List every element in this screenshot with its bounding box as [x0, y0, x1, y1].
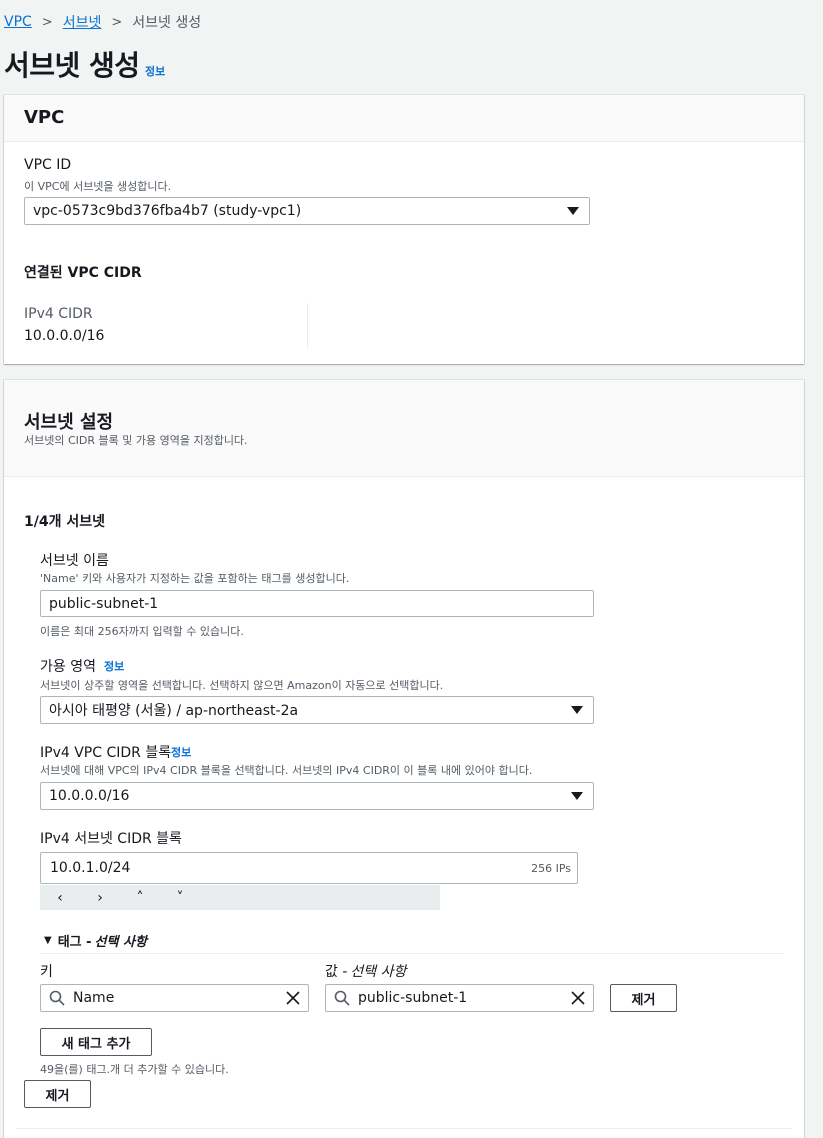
vpc-panel: VPC VPC ID 이 VPC에 서브넷을 생성합니다. vpc-0573c9… — [4, 95, 804, 364]
tag-value-input[interactable]: public-subnet-1 — [325, 984, 594, 1012]
caret-down-icon — [571, 792, 583, 800]
divider — [307, 303, 308, 348]
chevron-left-icon[interactable]: ‹ — [40, 890, 80, 906]
vpc-panel-heading: VPC — [24, 107, 65, 128]
subnet-settings-panel: 서브넷 설정 서브넷의 CIDR 블록 및 가용 영역을 지정합니다. 1/4개… — [4, 380, 804, 1138]
subnet-panel-header: 서브넷 설정 서브넷의 CIDR 블록 및 가용 영역을 지정합니다. — [4, 380, 804, 477]
vpc-id-label: VPC ID — [24, 157, 72, 173]
ip-count: 256 IPs — [531, 861, 571, 875]
cidr-navigation-bar: ‹ › ˄ ˅ — [40, 885, 440, 910]
info-link[interactable]: 정보 — [145, 63, 165, 79]
caret-down-icon — [567, 207, 579, 215]
tags-optional-label: 선택 사항 — [94, 935, 147, 950]
subnet-name-hint: 이름은 최대 256자까지 입력할 수 있습니다. — [40, 625, 244, 638]
tag-key-input[interactable]: Name — [40, 984, 309, 1012]
cidr-heading: 연결된 VPC CIDR — [24, 265, 142, 281]
subnet-cidr-input[interactable]: 10.0.1.0/24 256 IPs — [40, 852, 578, 884]
az-value: 아시아 태평양 (서울) / ap-northeast-2a — [49, 703, 299, 719]
tags-toggle[interactable]: ▼ 태그 - 선택 사항 — [44, 931, 147, 950]
breadcrumb-vpc-link[interactable]: VPC — [4, 14, 32, 30]
tag-key-value: Name — [73, 990, 115, 1006]
caret-down-icon: ▼ — [44, 935, 52, 946]
add-tag-button[interactable]: 새 태그 추가 — [40, 1028, 152, 1056]
search-icon — [49, 990, 65, 1006]
az-info-link[interactable]: 정보 — [104, 658, 124, 674]
chevron-right-icon: > — [41, 14, 53, 30]
tag-key-label: 키 — [40, 964, 53, 980]
tag-value-label: 값 - 선택 사항 — [325, 961, 406, 981]
ipv4-cidr-value: 10.0.0.0/16 — [24, 328, 105, 344]
tag-limit-text: 49을(를) 태그.개 더 추가할 수 있습니다. — [40, 1063, 229, 1076]
page-title: 서브넷 생성 — [4, 49, 140, 82]
tag-value-value: public-subnet-1 — [358, 990, 468, 1006]
breadcrumb-subnet-link[interactable]: 서브넷 — [63, 12, 102, 32]
chevron-up-icon[interactable]: ˄ — [120, 890, 160, 906]
breadcrumb-current: 서브넷 생성 — [132, 15, 202, 31]
clear-icon[interactable] — [571, 991, 585, 1005]
subnet-name-value: public-subnet-1 — [49, 595, 159, 612]
tag-value-optional: 선택 사항 — [350, 964, 407, 980]
vpc-panel-header: VPC — [4, 95, 804, 142]
vpc-cidr-info-link[interactable]: 정보 — [171, 744, 191, 760]
ipv4-cidr-label: IPv4 CIDR — [24, 306, 93, 322]
subnet-panel-heading: 서브넷 설정 — [24, 412, 114, 433]
vpc-cidr-select[interactable]: 10.0.0.0/16 — [40, 782, 594, 810]
subnet-count: 1/4개 서브넷 — [24, 514, 105, 530]
clear-icon[interactable] — [286, 991, 300, 1005]
subnet-cidr-label: IPv4 서브넷 CIDR 블록 — [40, 831, 182, 847]
chevron-right-icon: > — [111, 14, 123, 30]
remove-tag-button[interactable]: 제거 — [610, 984, 677, 1012]
divider — [16, 1128, 792, 1129]
subnet-cidr-value: 10.0.1.0/24 — [50, 860, 131, 876]
chevron-down-icon[interactable]: ˅ — [160, 890, 200, 906]
vpc-id-value: vpc-0573c9bd376fba4b7 (study-vpc1) — [33, 203, 302, 219]
tag-value-label-text: 값 - — [325, 964, 348, 980]
caret-down-icon — [571, 706, 583, 714]
subnet-name-input[interactable]: public-subnet-1 — [40, 590, 594, 617]
search-icon — [334, 990, 350, 1006]
vpc-id-description: 이 VPC에 서브넷을 생성합니다. — [24, 180, 172, 193]
subnet-name-description: 'Name' 키와 사용자가 지정하는 값을 포함하는 태그를 생성합니다. — [40, 572, 350, 585]
vpc-cidr-label: IPv4 VPC CIDR 블록 — [40, 745, 172, 761]
divider — [40, 953, 784, 954]
vpc-id-select[interactable]: vpc-0573c9bd376fba4b7 (study-vpc1) — [24, 197, 590, 225]
az-select[interactable]: 아시아 태평양 (서울) / ap-northeast-2a — [40, 696, 594, 724]
vpc-cidr-value: 10.0.0.0/16 — [49, 788, 130, 804]
vpc-cidr-description: 서브넷에 대해 VPC의 IPv4 CIDR 블록을 선택합니다. 서브넷의 I… — [40, 764, 533, 777]
breadcrumb: VPC > 서브넷 > 서브넷 생성 — [4, 12, 201, 32]
chevron-right-icon[interactable]: › — [80, 890, 120, 906]
tags-toggle-label: 태그 - — [57, 935, 92, 950]
subnet-name-label: 서브넷 이름 — [40, 553, 109, 569]
subnet-panel-description: 서브넷의 CIDR 블록 및 가용 영역을 지정합니다. — [24, 434, 248, 447]
az-label: 가용 영역 — [40, 659, 96, 675]
remove-subnet-button[interactable]: 제거 — [24, 1080, 91, 1108]
az-description: 서브넷이 상주할 영역을 선택합니다. 선택하지 않으면 Amazon이 자동으… — [40, 679, 444, 692]
